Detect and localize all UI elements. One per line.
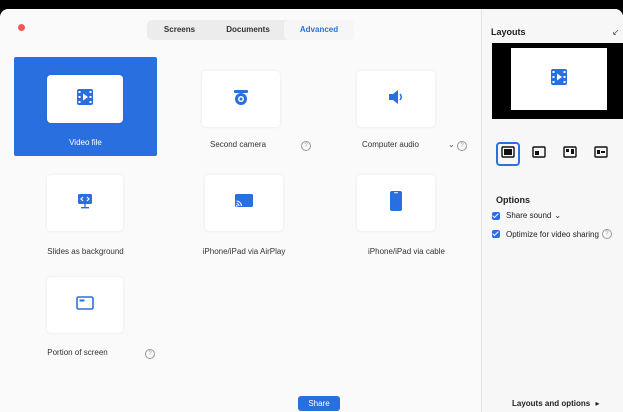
layout-side-icon	[594, 145, 608, 163]
checkbox[interactable]	[492, 211, 500, 220]
tile-label: Slides as background	[47, 247, 124, 256]
tile-slides-as-background[interactable]: Slides as background	[14, 169, 157, 261]
collapse-arrow-icon[interactable]: ↙	[612, 27, 620, 38]
layout-side-button[interactable]	[589, 142, 613, 166]
tab-advanced[interactable]: Advanced	[284, 20, 354, 40]
share-sound-option[interactable]: Share sound ⌄	[492, 211, 561, 220]
phone-icon	[389, 190, 403, 217]
tile-label: Video file	[69, 138, 102, 147]
help-icon[interactable]: ?	[145, 349, 155, 359]
tile-label: Portion of screen	[47, 348, 108, 357]
help-icon[interactable]: ?	[457, 141, 467, 151]
film-icon	[550, 68, 568, 91]
tile-card	[47, 75, 123, 123]
layout-fullscreen-icon	[501, 145, 515, 163]
chevron-down-icon[interactable]: ⌄	[554, 211, 561, 220]
tile-card	[205, 175, 283, 231]
layout-split-button[interactable]	[558, 142, 582, 166]
tile-cable[interactable]: iPhone/iPad via cable	[335, 169, 470, 261]
tile-label: iPhone/iPad via cable	[368, 247, 445, 256]
layout-fullscreen-button[interactable]	[496, 142, 520, 166]
chevron-down-icon[interactable]: ⌄	[448, 140, 455, 149]
layout-corner-icon	[532, 145, 546, 163]
chevron-icon: ▸	[595, 399, 600, 408]
tab-bar: Screens Documents Advanced	[147, 20, 354, 40]
tile-card	[357, 71, 435, 127]
layouts-panel: Layouts ↙ Options Share sound ⌄ Optimize…	[481, 9, 623, 412]
tile-portion-of-screen[interactable]: Portion of screen ?	[14, 271, 157, 363]
tab-screens[interactable]: Screens	[147, 20, 212, 40]
share-button[interactable]: Share	[298, 396, 340, 411]
window-icon	[76, 295, 94, 315]
film-icon	[76, 88, 94, 111]
layout-preview	[492, 43, 623, 119]
tile-label: Second camera	[209, 140, 267, 149]
checkbox[interactable]	[492, 230, 500, 238]
tile-card	[47, 175, 123, 231]
tab-documents[interactable]: Documents	[212, 20, 284, 40]
tile-card	[202, 71, 280, 127]
help-icon[interactable]: ?	[301, 141, 311, 151]
tile-label: Computer audio	[362, 140, 419, 149]
close-dot[interactable]	[18, 24, 25, 31]
tile-card	[357, 175, 435, 231]
optimize-video-option[interactable]: Optimize for video sharing ?	[492, 229, 612, 239]
option-label: Optimize for video sharing	[506, 229, 599, 239]
slides-icon	[76, 192, 94, 215]
tile-computer-audio[interactable]: Computer audio ⌄ ?	[335, 65, 470, 157]
footer-label: Layouts and options	[512, 399, 591, 408]
tile-second-camera[interactable]: Second camera ?	[175, 65, 313, 157]
speaker-icon	[387, 88, 405, 111]
tile-airplay[interactable]: iPhone/iPad via AirPlay	[175, 169, 313, 261]
airplay-icon	[234, 193, 254, 214]
option-label: Share sound	[506, 211, 552, 220]
preview-content	[511, 48, 607, 110]
tile-label: iPhone/iPad via AirPlay	[202, 247, 286, 256]
tile-card	[47, 277, 123, 333]
layout-corner-button[interactable]	[527, 142, 551, 166]
panel-title: Layouts	[491, 27, 526, 37]
layout-split-icon	[563, 145, 577, 163]
share-window: Screens Documents Advanced Video file Se…	[0, 9, 623, 412]
webcam-icon	[232, 88, 250, 111]
help-icon[interactable]: ?	[601, 229, 612, 239]
tile-video-file[interactable]: Video file	[14, 57, 157, 156]
layouts-and-options-link[interactable]: Layouts and options ▸	[512, 399, 599, 408]
options-title: Options	[496, 195, 530, 205]
